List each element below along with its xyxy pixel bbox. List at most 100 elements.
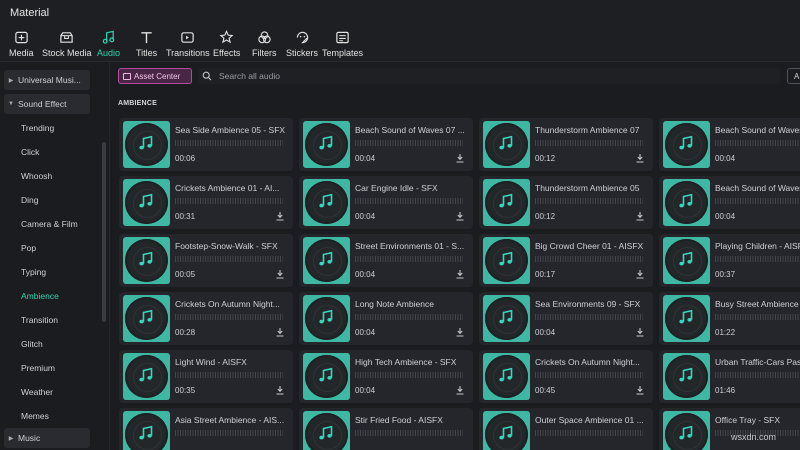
audio-title: Crickets Ambience 01 - AI... <box>175 183 280 193</box>
audio-icon <box>100 29 118 45</box>
audio-card[interactable]: Outer Space Ambience 01 ... <box>479 408 653 450</box>
sidebar-item-label: Universal Musi... <box>18 75 81 85</box>
sidebar-item-trending[interactable]: Trending <box>4 118 90 138</box>
sidebar-item-pop[interactable]: Pop <box>4 238 90 258</box>
waveform <box>355 372 463 378</box>
asset-center-button[interactable]: Asset Center <box>118 68 192 84</box>
sidebar-item-label: Ambience <box>21 291 59 301</box>
download-icon[interactable] <box>455 153 465 163</box>
sidebar-item-ambience[interactable]: Ambience <box>4 286 90 306</box>
audio-card[interactable]: Crickets On Autumn Night... 00:45 <box>479 350 653 403</box>
sidebar-item-label: Whoosh <box>21 171 53 181</box>
download-icon[interactable] <box>275 327 285 337</box>
download-icon[interactable] <box>455 385 465 395</box>
sidebar-item-transition[interactable]: Transition <box>4 310 90 330</box>
audio-card[interactable]: Office Tray - SFX <box>659 408 800 450</box>
download-icon[interactable] <box>275 269 285 279</box>
waveform <box>175 314 283 320</box>
music-note-icon <box>679 193 693 208</box>
audio-card[interactable]: Asia Street Ambience - AIS... <box>119 408 293 450</box>
audio-duration: 00:04 <box>715 212 736 221</box>
filter-button[interactable]: A <box>787 68 800 84</box>
audio-card[interactable]: Sea Environments 09 - SFX 00:04 <box>479 292 653 345</box>
music-note-icon <box>139 367 153 382</box>
audio-card[interactable]: Street Environments 01 - S... 00:04 <box>299 234 473 287</box>
waveform <box>355 256 463 262</box>
audio-card[interactable]: Stir Fried Food - AISFX <box>299 408 473 450</box>
sidebar-item-weather[interactable]: Weather <box>4 382 90 402</box>
sidebar-item-typing[interactable]: Typing <box>4 262 90 282</box>
search-input[interactable] <box>219 71 759 81</box>
audio-card[interactable]: Sea Side Ambience 05 - SFX 00:06 <box>119 118 293 171</box>
audio-title: Street Environments 01 - S... <box>355 241 465 251</box>
tab-templates[interactable]: Templates <box>322 29 363 58</box>
tab-audio[interactable]: Audio <box>97 29 120 58</box>
music-note-icon <box>679 309 693 324</box>
music-note-icon <box>679 251 693 266</box>
audio-card[interactable]: Busy Street Ambience 02 01:22 <box>659 292 800 345</box>
tab-stock-media[interactable]: Stock Media <box>42 29 92 58</box>
sidebar-item-music[interactable]: ▶ Music <box>4 428 90 448</box>
sidebar-item-label: Glitch <box>21 339 43 349</box>
tab-media[interactable]: Media <box>9 29 34 58</box>
download-icon[interactable] <box>455 211 465 221</box>
sidebar-item-premium[interactable]: Premium <box>4 358 90 378</box>
waveform <box>535 256 643 262</box>
download-icon[interactable] <box>635 385 645 395</box>
tab-filters[interactable]: Filters <box>252 29 277 58</box>
audio-title: Sea Environments 09 - SFX <box>535 299 641 309</box>
audio-card[interactable]: Beach Sound of Waves 07 ... 00:04 <box>299 118 473 171</box>
audio-title: Crickets On Autumn Night... <box>535 357 640 367</box>
caret-right-icon: ▶ <box>8 77 14 84</box>
download-icon[interactable] <box>455 269 465 279</box>
sidebar-item-glitch[interactable]: Glitch <box>4 334 90 354</box>
audio-card[interactable]: Crickets On Autumn Night... 00:28 <box>119 292 293 345</box>
tab-stock-media-label: Stock Media <box>42 48 92 58</box>
download-icon[interactable] <box>635 153 645 163</box>
sidebar-item-camera-film[interactable]: Camera & Film <box>4 214 90 234</box>
sidebar-item-click[interactable]: Click <box>4 142 90 162</box>
download-icon[interactable] <box>635 211 645 221</box>
sidebar-item-whoosh[interactable]: Whoosh <box>4 166 90 186</box>
audio-title: High Tech Ambience - SFX <box>355 357 457 367</box>
audio-card[interactable]: Playing Children - AISFX 00:37 <box>659 234 800 287</box>
material-toolbar: Media Stock Media Audio Titles Transitio… <box>0 26 800 62</box>
audio-card[interactable]: Big Crowd Cheer 01 - AISFX 00:17 <box>479 234 653 287</box>
audio-card[interactable]: Thunderstorm Ambience 07 00:12 <box>479 118 653 171</box>
audio-card[interactable]: Beach Sound of Waves 0 00:04 <box>659 176 800 229</box>
sidebar-scrollbar[interactable] <box>102 142 106 322</box>
window-title: Material <box>10 7 50 19</box>
audio-title: Sea Side Ambience 05 - SFX <box>175 125 286 135</box>
tab-templates-label: Templates <box>322 48 364 58</box>
tab-titles[interactable]: Titles <box>136 29 157 58</box>
tab-effects[interactable]: Effects <box>213 29 240 58</box>
download-icon[interactable] <box>455 327 465 337</box>
sidebar-item-memes[interactable]: Memes <box>4 406 90 426</box>
sidebar-item-universal-music[interactable]: ▶ Universal Musi... <box>4 70 90 90</box>
tab-effects-label: Effects <box>213 48 241 58</box>
tab-transitions[interactable]: Transitions <box>166 29 210 58</box>
audio-card[interactable]: Car Engine Idle - SFX 00:04 <box>299 176 473 229</box>
audio-title: Light Wind - AISFX <box>175 357 247 367</box>
audio-thumbnail <box>303 237 350 284</box>
audio-card[interactable]: Beach Sound of Waves 0 00:04 <box>659 118 800 171</box>
waveform <box>535 198 643 204</box>
audio-card[interactable]: Light Wind - AISFX 00:35 <box>119 350 293 403</box>
audio-content: Asset Center A AMBIENCE Sea Side Ambienc… <box>111 62 800 450</box>
audio-duration: 00:28 <box>175 328 196 337</box>
audio-card[interactable]: Footstep-Snow-Walk - SFX 00:05 <box>119 234 293 287</box>
tab-stickers[interactable]: Stickers <box>286 29 318 58</box>
audio-thumbnail <box>303 411 350 450</box>
audio-card[interactable]: Urban Traffic-Cars Passing 01:46 <box>659 350 800 403</box>
audio-card[interactable]: Thunderstorm Ambience 05 00:12 <box>479 176 653 229</box>
audio-card[interactable]: High Tech Ambience - SFX 00:04 <box>299 350 473 403</box>
download-icon[interactable] <box>275 385 285 395</box>
sidebar-item-sound-effect[interactable]: ▼ Sound Effect <box>4 94 90 114</box>
audio-duration: 00:04 <box>355 328 376 337</box>
download-icon[interactable] <box>635 269 645 279</box>
audio-card[interactable]: Long Note Ambience 00:04 <box>299 292 473 345</box>
audio-card[interactable]: Crickets Ambience 01 - AI... 00:31 <box>119 176 293 229</box>
download-icon[interactable] <box>275 211 285 221</box>
download-icon[interactable] <box>635 327 645 337</box>
sidebar-item-ding[interactable]: Ding <box>4 190 90 210</box>
